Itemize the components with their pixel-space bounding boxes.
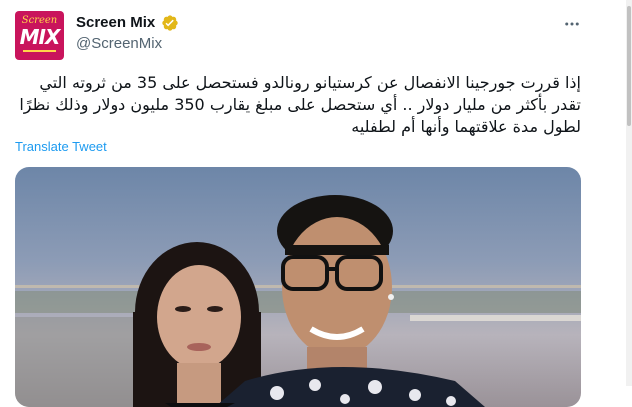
photo-illustration <box>15 195 581 407</box>
tweet-text: إذا قررت جورجينا الانفصال عن كرستيانو رو… <box>19 73 581 136</box>
tweet-card[interactable]: Screen MIX Screen Mix @ScreenMix إذا قرر… <box>0 0 632 407</box>
more-horizontal-icon <box>565 22 579 26</box>
avatar-underline <box>23 50 56 52</box>
verified-badge-icon <box>162 15 178 31</box>
avatar[interactable]: Screen MIX <box>15 11 64 60</box>
translate-tweet-link[interactable]: Translate Tweet <box>15 139 107 154</box>
avatar-logo-text: MIX <box>19 25 61 49</box>
tweet-media-photo[interactable] <box>15 167 581 407</box>
scrollbar-thumb[interactable] <box>627 6 631 126</box>
display-name[interactable]: Screen Mix <box>76 14 155 31</box>
more-options-button[interactable] <box>558 10 586 38</box>
user-handle[interactable]: @ScreenMix <box>76 35 162 52</box>
